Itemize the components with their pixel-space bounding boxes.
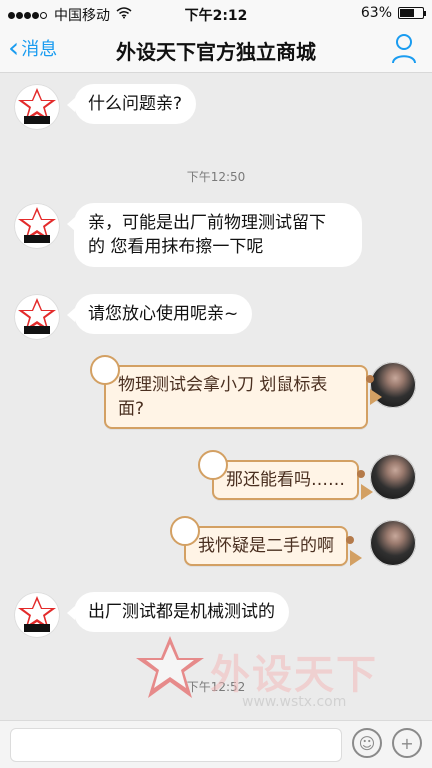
message-text-line: 面?: [118, 399, 145, 419]
top-nav: ‹ 消息 外设天下官方独立商城: [0, 26, 432, 73]
message-bubble: 物理测试会拿小刀 划鼠标表 面?: [90, 355, 382, 429]
message-bubble: 请您放心使用呢亲~: [66, 294, 253, 334]
message-text: 请您放心使用呢亲~: [88, 304, 239, 324]
smiley-icon[interactable]: ☺: [352, 728, 382, 758]
message-text-line: 的 您看用抹布擦一下呢: [88, 237, 264, 257]
message-text: 什么问题亲?: [88, 94, 183, 114]
shop-avatar[interactable]: [14, 294, 60, 340]
battery-area: 63%: [360, 5, 426, 21]
shop-avatar[interactable]: [14, 592, 60, 638]
message-bubble: 什么问题亲?: [66, 84, 197, 124]
shop-avatar[interactable]: [14, 84, 60, 130]
battery-percent: 63%: [360, 5, 392, 21]
watermark-url: www.wstx.com: [242, 694, 347, 710]
page-title: 外设天下官方独立商城: [116, 40, 316, 64]
message-text: 那还能看吗……: [226, 470, 345, 490]
timestamp: 下午12:50: [186, 170, 246, 184]
user-avatar[interactable]: [370, 454, 416, 500]
message-text-line: 物理测试会拿小刀 划鼠标表: [118, 375, 328, 395]
message-bubble: 出厂测试都是机械测试的: [67, 592, 289, 632]
message-input[interactable]: [10, 728, 342, 762]
plus-icon[interactable]: +: [392, 728, 422, 758]
composer: ☺ +: [0, 720, 432, 768]
chat-screen: 中国移动 下午2:12 63% ‹ 消息 外设天下官方独立商城 什么问题亲? 下…: [0, 0, 432, 768]
battery-icon: [398, 7, 426, 19]
status-bar: 中国移动 下午2:12 63%: [0, 0, 432, 26]
shop-avatar[interactable]: [14, 203, 60, 249]
message-bubble: 那还能看吗……: [198, 450, 373, 500]
timestamp: 下午12:52: [186, 680, 246, 694]
person-icon[interactable]: [390, 32, 418, 64]
message-text: 出厂测试都是机械测试的: [88, 602, 275, 622]
message-text-line: 亲，可能是出厂前物理测试留下: [88, 213, 326, 233]
message-bubble: 我怀疑是二手的啊: [170, 516, 362, 566]
user-avatar[interactable]: [370, 520, 416, 566]
message-text: 我怀疑是二手的啊: [198, 536, 334, 556]
message-bubble: 亲，可能是出厂前物理测试留下 的 您看用抹布擦一下呢: [67, 203, 362, 267]
